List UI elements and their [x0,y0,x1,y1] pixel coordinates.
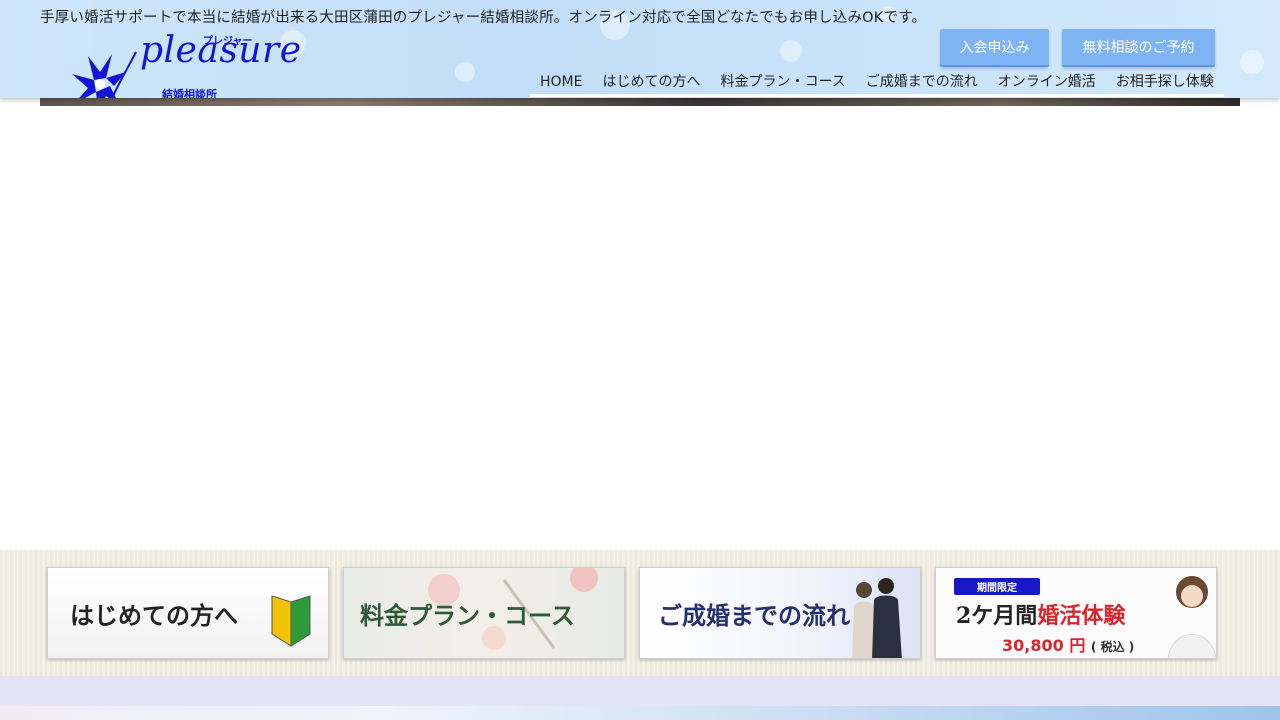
section-divider [0,676,1280,706]
tax-note: ( 税込 ) [1090,640,1135,654]
trial-heading: 2ケ月間婚活体験 [956,598,1125,630]
beginner-mark-icon [271,595,311,647]
page: 手厚い婚活サポートで本当に結婚が出来る大田区蒲田のプレジャー結婚相談所。オンライ… [0,0,1280,720]
banner-trial[interactable]: 期間限定 2ケ月間婚活体験 30,800 円 ( 税込 ) [935,567,1217,659]
banner-label: 料金プラン・コース [360,601,575,630]
site-tagline: 手厚い婚活サポートで本当に結婚が出来る大田区蒲田のプレジャー結婚相談所。オンライ… [40,10,927,26]
banner-flow[interactable]: ご成婚までの流れ [639,567,921,659]
nav-item-pricing[interactable]: 料金プラン・コース [710,72,855,94]
main-nav: HOME はじめての方へ 料金プラン・コース ご成婚までの流れ オンライン婚活 … [530,72,1224,94]
next-section-preview [0,706,1280,720]
site-logo[interactable]: pleasure プレジャー 結婚相談所 [68,26,301,98]
nav-underline [530,94,1224,97]
hero-image-edge [40,98,1240,106]
banner-pricing[interactable]: 料金プラン・コース [343,567,625,659]
bokeh-decoration [1240,50,1264,74]
woman-photo-icon [1167,576,1216,658]
banner-first-time[interactable]: はじめての方へ [47,567,329,659]
join-application-button[interactable]: 入会申込み [940,29,1049,67]
logo-subtitle: 結婚相談所 [162,88,217,98]
nav-item-trial[interactable]: お相手探し体験 [1106,72,1224,94]
bokeh-decoration [455,62,475,82]
flower-logo-icon [72,51,137,98]
logo-kana: プレジャー [203,36,253,47]
nav-item-online[interactable]: オンライン婚活 [988,72,1106,94]
nav-item-first-time[interactable]: はじめての方へ [592,72,710,94]
banner-label: はじめての方へ [70,601,238,630]
trial-price: 30,800 円 ( 税込 ) [1002,632,1134,656]
bokeh-decoration [780,40,802,62]
price-value: 30,800 円 [1002,636,1086,655]
couple-photo-icon [852,578,902,658]
site-header: 手厚い婚活サポートで本当に結婚が出来る大田区蒲田のプレジャー結婚相談所。オンライ… [0,0,1280,98]
nav-item-home[interactable]: HOME [530,72,592,94]
nav-item-flow[interactable]: ご成婚までの流れ [856,72,988,94]
trial-prefix: 2ケ月間 [956,603,1038,629]
banner-label: ご成婚までの流れ [658,601,850,630]
limited-time-badge: 期間限定 [954,578,1040,595]
trial-highlight: 婚活体験 [1037,603,1126,629]
free-consultation-button[interactable]: 無料相談のご予約 [1062,29,1215,67]
